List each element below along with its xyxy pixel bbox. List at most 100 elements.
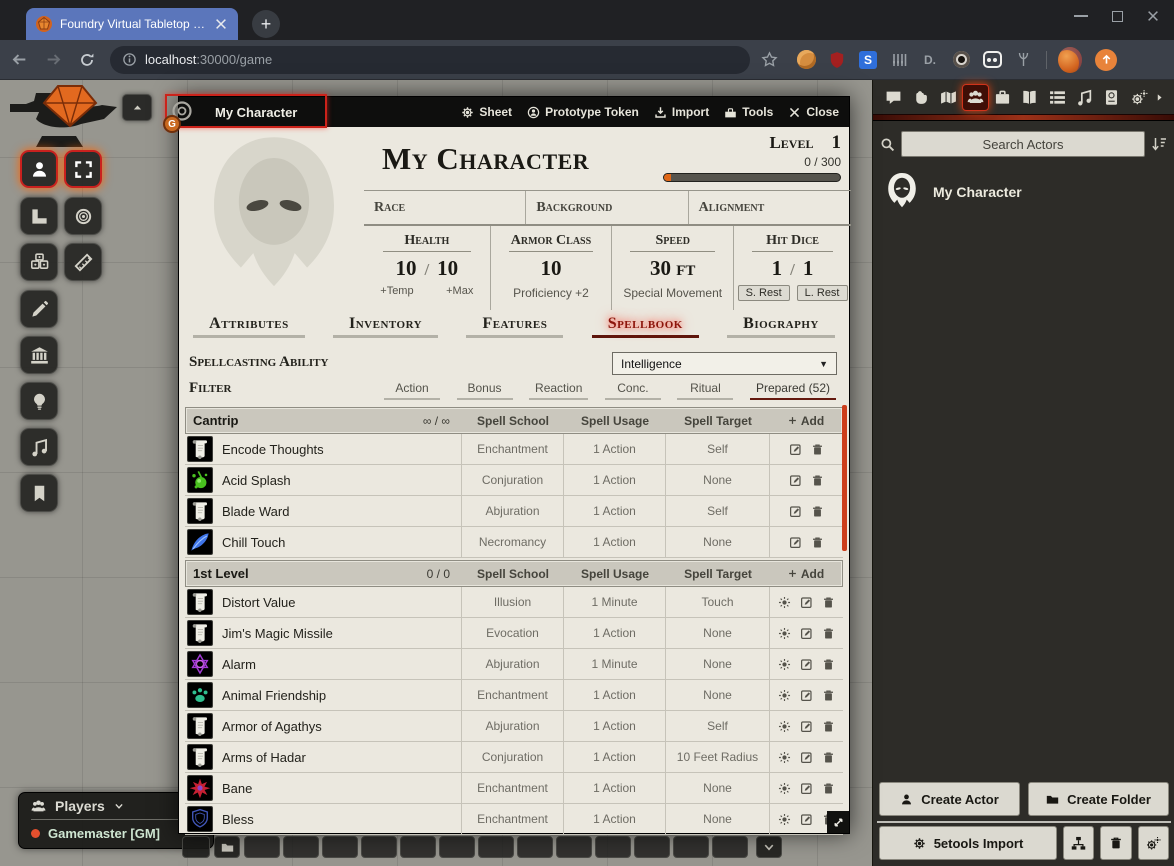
edit-icon[interactable] [789, 536, 802, 549]
filter-reaction[interactable]: Reaction [529, 381, 588, 400]
macro-slot[interactable] [361, 836, 397, 858]
tab-playlists[interactable] [1071, 84, 1098, 111]
spell-name-cell[interactable]: Encode Thoughts [185, 434, 461, 464]
spell-list-scrollbar[interactable] [842, 405, 847, 551]
extension-d-icon[interactable]: D. [918, 48, 942, 72]
reload-button[interactable] [72, 45, 102, 75]
background-field[interactable]: Background [526, 191, 688, 224]
window-minimize-button[interactable] [1064, 0, 1098, 32]
macro-slot[interactable] [439, 836, 475, 858]
import-button[interactable]: Import [654, 105, 709, 119]
spell-name-cell[interactable]: Blade Ward [185, 496, 461, 526]
measure-controls-button[interactable] [20, 197, 58, 235]
macro-slot[interactable] [244, 836, 280, 858]
alignment-field[interactable]: Alignment [689, 191, 851, 224]
prepared-toggle-icon[interactable] [778, 782, 791, 795]
new-tab-button[interactable]: + [252, 10, 280, 38]
level-value[interactable]: 1 [832, 132, 842, 154]
settings-button[interactable] [1138, 826, 1169, 860]
macro-slot[interactable] [517, 836, 553, 858]
tab-combat[interactable] [907, 84, 934, 111]
delete-button[interactable] [1100, 826, 1131, 860]
long-rest-button[interactable]: L. Rest [797, 285, 848, 301]
tab-tables[interactable] [1044, 84, 1071, 111]
character-name-field[interactable]: My Character [382, 141, 589, 177]
delete-icon[interactable] [822, 627, 835, 640]
fivetools-import-button[interactable]: 5etools Import [879, 826, 1057, 860]
sounds-controls-button[interactable] [20, 428, 58, 466]
tools-button[interactable]: Tools [724, 105, 773, 119]
tab-journal[interactable] [1016, 84, 1043, 111]
ac-value[interactable]: 10 [540, 256, 561, 280]
extension-eye-icon[interactable] [949, 48, 973, 72]
edit-icon[interactable] [800, 720, 813, 733]
select-tool-button[interactable] [64, 150, 102, 188]
delete-icon[interactable] [822, 720, 835, 733]
walls-controls-button[interactable] [20, 336, 58, 374]
collapse-controls-button[interactable] [122, 94, 152, 121]
window-maximize-button[interactable] [1100, 0, 1134, 32]
site-info-icon[interactable] [122, 52, 137, 67]
window-close-button[interactable] [1136, 0, 1170, 32]
tab-inventory[interactable]: Inventory [333, 315, 438, 338]
spell-name-cell[interactable]: Alarm [185, 649, 461, 679]
macro-slot[interactable] [556, 836, 592, 858]
tab-biography[interactable]: Biography [727, 315, 835, 338]
delete-icon[interactable] [811, 474, 824, 487]
spell-name-cell[interactable]: Acid Splash [185, 465, 461, 495]
tab-settings[interactable] [1126, 84, 1153, 111]
macro-slot[interactable] [322, 836, 358, 858]
hd-max[interactable]: 1 [803, 256, 814, 280]
hp-max[interactable]: 10 [437, 256, 458, 280]
section-slots[interactable]: ∞ / ∞ [423, 414, 462, 428]
extension-claw-icon[interactable] [1011, 48, 1035, 72]
xp-text[interactable]: 0 / 300 [663, 155, 841, 169]
delete-icon[interactable] [822, 596, 835, 609]
tab-items[interactable] [989, 84, 1016, 111]
sort-icon[interactable] [1151, 136, 1167, 152]
tab-attributes[interactable]: Attributes [193, 315, 305, 338]
spell-name-cell[interactable]: Chill Touch [185, 527, 461, 557]
filter-concentration[interactable]: Conc. [605, 381, 661, 400]
edit-icon[interactable] [800, 689, 813, 702]
sheet-config-button[interactable]: Sheet [461, 105, 512, 119]
tab-close-icon[interactable] [214, 17, 228, 31]
temp-hp-label[interactable]: +Temp [380, 285, 413, 297]
filter-bonus[interactable]: Bonus [457, 381, 513, 400]
edit-icon[interactable] [800, 782, 813, 795]
edit-icon[interactable] [800, 658, 813, 671]
edit-icon[interactable] [800, 751, 813, 764]
delete-icon[interactable] [811, 443, 824, 456]
spell-name-cell[interactable]: Bless [185, 804, 461, 834]
spell-name-cell[interactable]: Bane [185, 773, 461, 803]
hotbar-folder-button[interactable] [214, 836, 240, 858]
delete-icon[interactable] [811, 536, 824, 549]
notes-controls-button[interactable] [20, 474, 58, 512]
prototype-token-button[interactable]: Prototype Token [527, 105, 639, 119]
prepared-toggle-icon[interactable] [778, 627, 791, 640]
add-spell-button[interactable]: Add [770, 414, 842, 428]
section-slots[interactable]: 0 / 0 [427, 567, 462, 581]
players-header[interactable]: Players [31, 798, 201, 820]
edit-icon[interactable] [789, 443, 802, 456]
macro-slot[interactable] [400, 836, 436, 858]
extension-cookie-icon[interactable] [794, 48, 818, 72]
special-movement-label[interactable]: Special Movement [612, 286, 733, 300]
macro-slot[interactable] [712, 836, 748, 858]
tab-actors[interactable] [962, 84, 989, 111]
spell-name-cell[interactable]: Armor of Agathys [185, 711, 461, 741]
spellcasting-ability-select[interactable]: Intelligence ▼ [612, 352, 837, 375]
extension-ublock-icon[interactable] [825, 48, 849, 72]
macro-slot[interactable] [595, 836, 631, 858]
profile-avatar[interactable] [1058, 48, 1082, 72]
edit-icon[interactable] [800, 627, 813, 640]
edit-icon[interactable] [789, 505, 802, 518]
macro-slot[interactable] [478, 836, 514, 858]
create-folder-button[interactable]: Create Folder [1028, 782, 1169, 816]
tab-scenes[interactable] [935, 84, 962, 111]
lighting-controls-button[interactable] [20, 382, 58, 420]
prepared-toggle-icon[interactable] [778, 658, 791, 671]
race-field[interactable]: Race [364, 191, 526, 224]
tab-features[interactable]: Features [466, 315, 563, 338]
prepared-toggle-icon[interactable] [778, 751, 791, 764]
